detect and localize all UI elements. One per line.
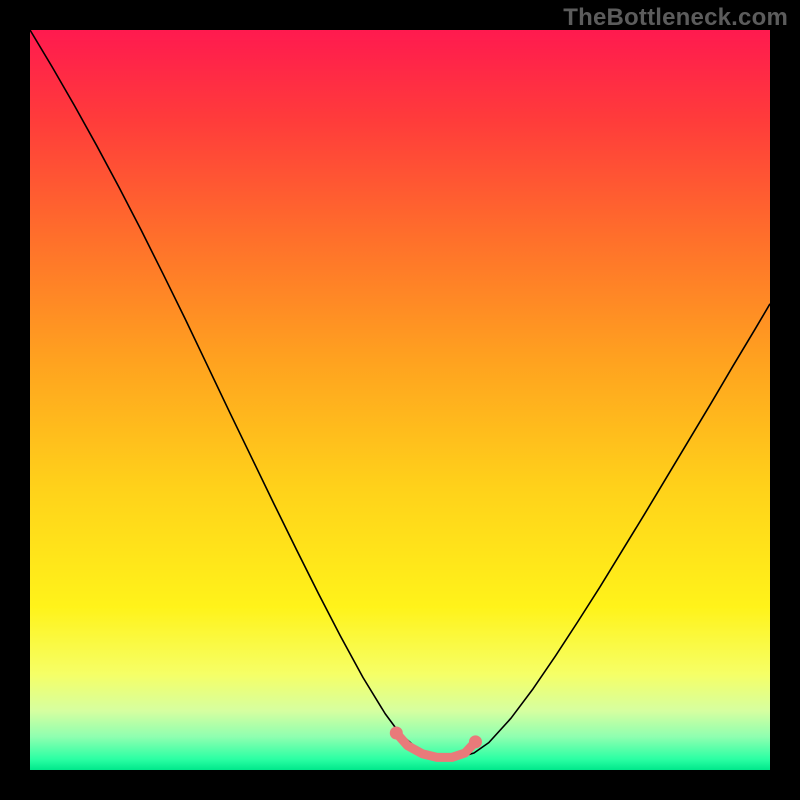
optimal-range-marker-endpoint	[390, 727, 403, 740]
optimal-range-marker-endpoint	[469, 735, 482, 748]
plot-area	[30, 30, 770, 770]
gradient-background	[30, 30, 770, 770]
bottleneck-chart	[30, 30, 770, 770]
watermark-text: TheBottleneck.com	[563, 4, 788, 32]
chart-frame: TheBottleneck.com	[0, 0, 800, 800]
